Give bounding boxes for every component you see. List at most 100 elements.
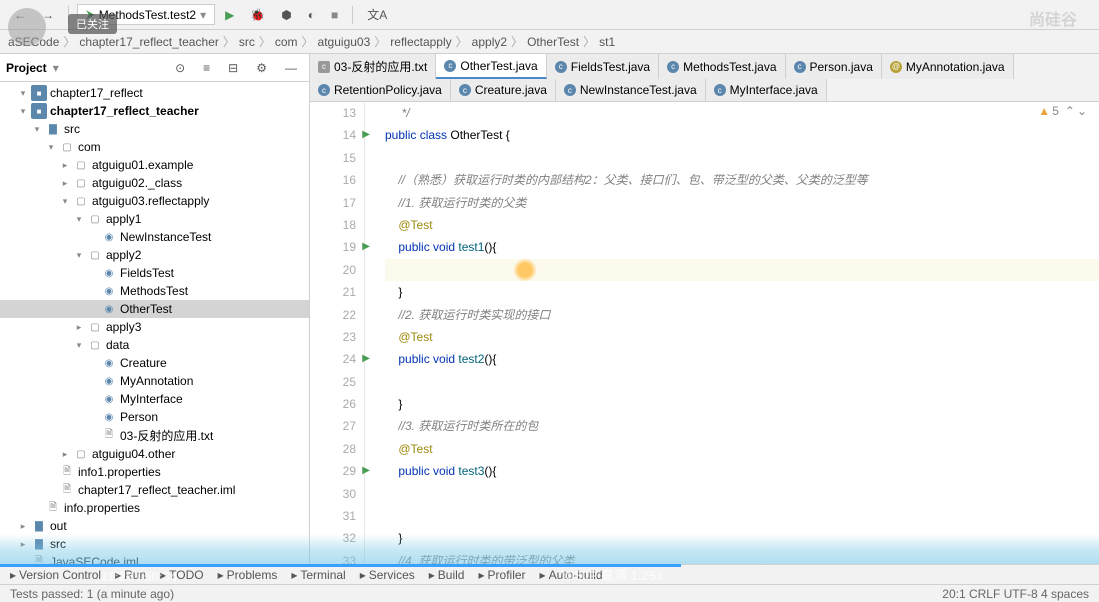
code-line[interactable] xyxy=(385,147,1099,169)
tree-item[interactable]: ◉Creature xyxy=(0,354,309,372)
tree-arrow-icon[interactable]: ▸ xyxy=(18,539,28,550)
breadcrumb-segment[interactable]: atguigu03 xyxy=(318,35,371,49)
tree-arrow-icon[interactable]: ▾ xyxy=(46,142,56,153)
code-line[interactable]: //3. 获取运行时类所在的包 xyxy=(385,415,1099,437)
select-opened-icon[interactable]: ⊙ xyxy=(169,59,191,77)
code-line[interactable]: //（熟悉）获取运行时类的内部结构2：父类、接口们、包、带泛型的父类、父类的泛型… xyxy=(385,169,1099,191)
project-tool-header[interactable]: Project ▾ ⊙ ≡ ⊟ ⚙ — xyxy=(0,54,309,82)
channel-logo[interactable] xyxy=(8,8,46,46)
breadcrumb-segment[interactable]: chapter17_reflect_teacher xyxy=(79,35,218,49)
breadcrumb-segment[interactable]: com xyxy=(275,35,298,49)
line-gutter[interactable]: 1314▶1516171819▶2021222324▶2526272829▶30… xyxy=(310,102,365,564)
code-line[interactable] xyxy=(385,259,1099,281)
tree-arrow-icon[interactable]: ▾ xyxy=(74,340,84,351)
editor-tab[interactable]: cPerson.java xyxy=(786,54,882,79)
collapse-icon[interactable]: ⊟ xyxy=(222,59,244,77)
editor-tab[interactable]: cNewInstanceTest.java xyxy=(556,79,706,101)
follow-badge[interactable]: 已关注 xyxy=(68,14,117,34)
bottom-tool-profiler[interactable]: ▸Profiler xyxy=(478,568,525,582)
tree-item[interactable]: ▸▢atguigu02._class xyxy=(0,174,309,192)
run-button[interactable]: ▶ xyxy=(219,6,240,24)
editor-tab[interactable]: @MyAnnotation.java xyxy=(882,54,1014,79)
tree-arrow-icon[interactable]: ▾ xyxy=(60,196,70,207)
tree-item[interactable]: ▸▢atguigu01.example xyxy=(0,156,309,174)
tree-arrow-icon[interactable]: ▸ xyxy=(60,160,70,171)
code-line[interactable]: public void test1(){ xyxy=(385,236,1099,258)
tree-item[interactable]: ▾▢apply2 xyxy=(0,246,309,264)
code-line[interactable]: //4. 获取运行时类的带泛型的父类 xyxy=(385,550,1099,564)
tree-item[interactable]: 🗎info1.properties xyxy=(0,463,309,481)
breadcrumb-segment[interactable]: OtherTest xyxy=(527,35,579,49)
gear-icon[interactable]: ⚙ xyxy=(250,59,273,77)
code-line[interactable]: @Test xyxy=(385,438,1099,460)
editor-tab[interactable]: cRetentionPolicy.java xyxy=(310,79,451,101)
code-editor[interactable]: ▲ 5 ⌃ ⌄ 1314▶1516171819▶2021222324▶25262… xyxy=(310,102,1099,564)
code-line[interactable]: //1. 获取运行时类的父类 xyxy=(385,192,1099,214)
tree-item[interactable]: ◉MyInterface xyxy=(0,390,309,408)
bottom-tool-problems[interactable]: ▸Problems xyxy=(218,568,278,582)
code-line[interactable]: public class OtherTest { xyxy=(385,124,1099,146)
tree-item[interactable]: ▾▇src xyxy=(0,120,309,138)
editor-tab[interactable]: cOtherTest.java xyxy=(436,54,546,79)
profile-button[interactable]: ◐ xyxy=(302,6,321,24)
code-line[interactable]: } xyxy=(385,393,1099,415)
tree-item[interactable]: ▸▇src xyxy=(0,535,309,553)
code-line[interactable]: public void test3(){ xyxy=(385,460,1099,482)
tree-item[interactable]: ◉FieldsTest xyxy=(0,264,309,282)
code-line[interactable]: public void test2(){ xyxy=(385,348,1099,370)
stop-button[interactable]: ■ xyxy=(325,6,344,24)
expand-icon[interactable]: ≡ xyxy=(197,59,216,77)
code-content[interactable]: */public class OtherTest { //（熟悉）获取运行时类的… xyxy=(365,102,1099,564)
bottom-tool-todo[interactable]: ▸TODO xyxy=(160,568,203,582)
tree-arrow-icon[interactable]: ▾ xyxy=(18,106,28,117)
tree-item[interactable]: ▾▢com xyxy=(0,138,309,156)
tree-arrow-icon[interactable]: ▾ xyxy=(18,88,28,99)
bottom-tool-auto-build[interactable]: ▸Auto-build xyxy=(540,568,603,582)
breadcrumb-segment[interactable]: reflectapply xyxy=(390,35,451,49)
bottom-tool-services[interactable]: ▸Services xyxy=(360,568,415,582)
tree-item[interactable]: 🗎JavaSECode.iml xyxy=(0,553,309,564)
tree-item[interactable]: ▾▢data xyxy=(0,336,309,354)
tree-arrow-icon[interactable]: ▸ xyxy=(74,322,84,333)
tree-item[interactable]: ◉MethodsTest xyxy=(0,282,309,300)
translate-button[interactable]: 文A xyxy=(361,4,393,25)
bottom-tool-version-control[interactable]: ▸Version Control xyxy=(10,568,101,582)
tree-arrow-icon[interactable]: ▾ xyxy=(74,250,84,261)
editor-tab[interactable]: c03-反射的应用.txt xyxy=(310,54,436,79)
code-line[interactable]: */ xyxy=(385,102,1099,124)
bottom-tool-build[interactable]: ▸Build xyxy=(429,568,465,582)
tree-item[interactable]: ▸▢apply3 xyxy=(0,318,309,336)
code-line[interactable] xyxy=(385,371,1099,393)
coverage-button[interactable]: ⬢ xyxy=(275,6,297,24)
bottom-tool-run[interactable]: ▸Run xyxy=(115,568,146,582)
code-line[interactable]: @Test xyxy=(385,214,1099,236)
code-line[interactable]: } xyxy=(385,281,1099,303)
tree-item[interactable]: ▾▢atguigu03.reflectapply xyxy=(0,192,309,210)
tree-item[interactable]: ▾■chapter17_reflect xyxy=(0,84,309,102)
tree-item[interactable]: 🗎03-反射的应用.txt xyxy=(0,426,309,445)
editor-tab[interactable]: cCreature.java xyxy=(451,79,556,101)
hide-icon[interactable]: — xyxy=(279,59,303,77)
code-line[interactable]: //2. 获取运行时类实现的接口 xyxy=(385,304,1099,326)
tree-arrow-icon[interactable]: ▸ xyxy=(60,449,70,460)
editor-tab[interactable]: cFieldsTest.java xyxy=(547,54,659,79)
tree-item[interactable]: ▸▇out xyxy=(0,517,309,535)
video-progress[interactable] xyxy=(0,564,681,567)
tree-item[interactable]: ▾▢apply1 xyxy=(0,210,309,228)
code-line[interactable]: @Test xyxy=(385,326,1099,348)
tree-item[interactable]: ▾■chapter17_reflect_teacher xyxy=(0,102,309,120)
tree-arrow-icon[interactable]: ▸ xyxy=(60,178,70,189)
editor-tab[interactable]: cMyInterface.java xyxy=(706,79,827,101)
tree-item[interactable]: ▸▢atguigu04.other xyxy=(0,445,309,463)
code-line[interactable] xyxy=(385,505,1099,527)
breadcrumb-segment[interactable]: st1 xyxy=(599,35,615,49)
tree-item[interactable]: 🗎info.properties xyxy=(0,499,309,517)
tree-arrow-icon[interactable]: ▾ xyxy=(74,214,84,225)
tree-item[interactable]: ◉Person xyxy=(0,408,309,426)
debug-button[interactable]: 🐞 xyxy=(244,6,271,24)
bottom-tool-terminal[interactable]: ▸Terminal xyxy=(291,568,345,582)
tree-item[interactable]: 🗎chapter17_reflect_teacher.iml xyxy=(0,481,309,499)
pip-play-widget[interactable] xyxy=(1013,482,1083,532)
tree-arrow-icon[interactable]: ▸ xyxy=(18,521,28,532)
tree-arrow-icon[interactable]: ▾ xyxy=(32,124,42,135)
